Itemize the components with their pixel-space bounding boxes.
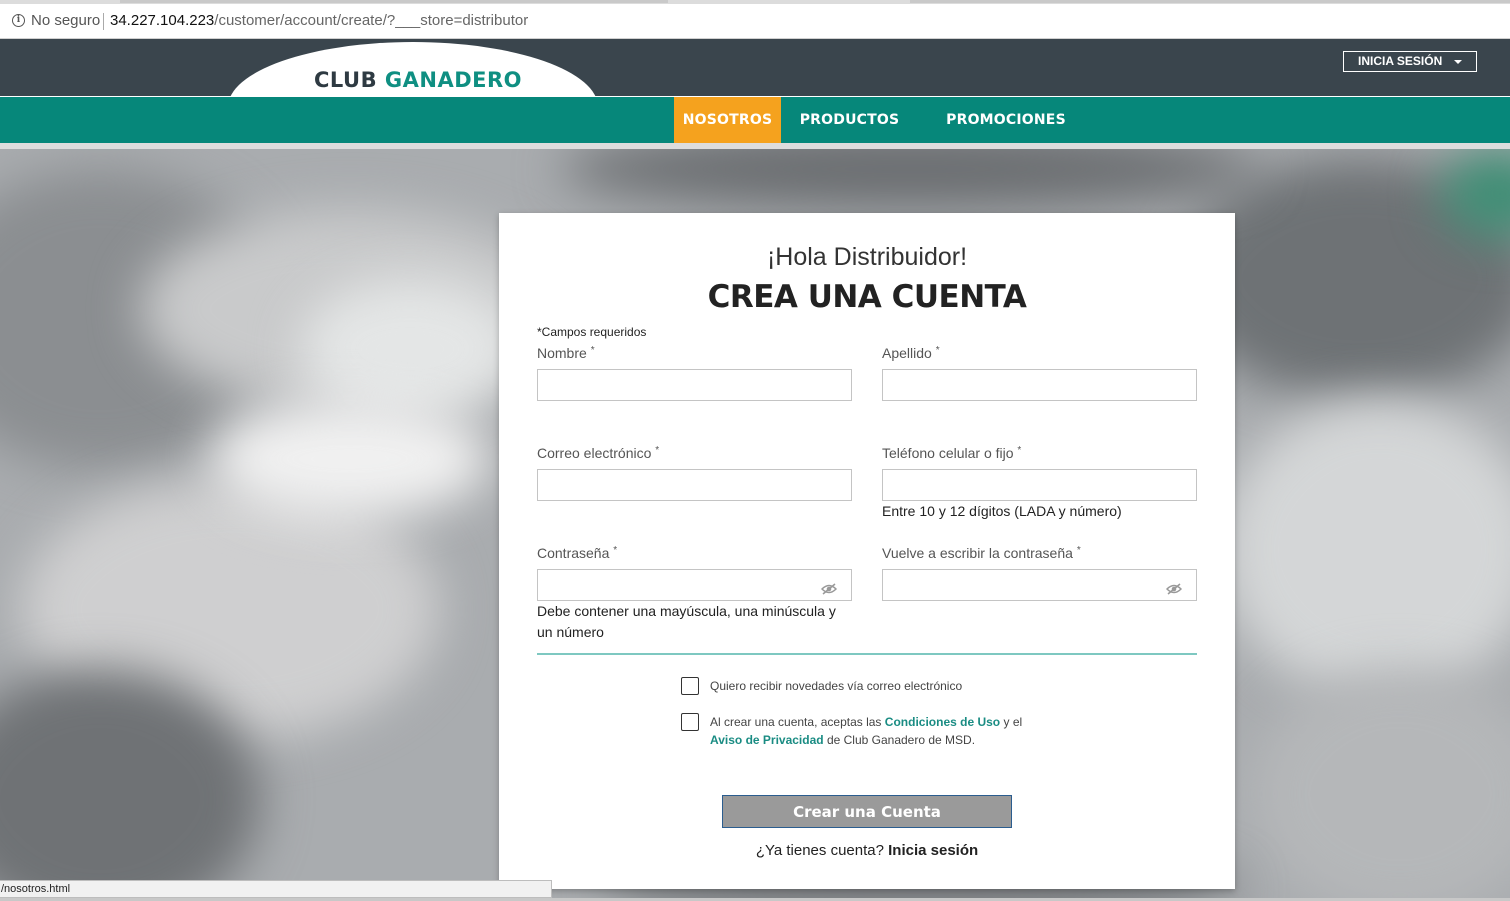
first-name-input[interactable] [537, 369, 852, 401]
password-input[interactable] [537, 569, 852, 601]
terms-prefix: Al crear una cuenta, aceptas las [710, 715, 882, 729]
nav-item-nosotros[interactable]: NOSOTROS [674, 97, 781, 143]
login-link[interactable]: Inicia sesión [888, 842, 978, 859]
address-divider [103, 13, 104, 30]
nav-item-promociones[interactable]: PROMOCIONES [936, 97, 1076, 143]
eye-off-icon[interactable] [821, 583, 837, 595]
terms-middle: y el [1003, 715, 1023, 729]
browser-tab[interactable] [120, 0, 668, 3]
password-confirm-label: Vuelve a escribir la contraseña * [882, 545, 1081, 561]
phone-input[interactable] [882, 469, 1197, 501]
phone-hint: Entre 10 y 12 dígitos (LADA y número) [882, 503, 1122, 519]
form-divider [537, 653, 1197, 655]
logo-ganadero-text: GANADERO [384, 68, 523, 92]
password-confirm-label-text: Vuelve a escribir la contraseña [882, 545, 1073, 561]
required-mark: * [590, 345, 595, 356]
have-account-prompt: ¿Ya tienes cuenta? [755, 842, 884, 859]
security-label[interactable]: No seguro [31, 12, 100, 29]
required-fields-note: *Campos requeridos [537, 325, 647, 339]
browser-status-bar: /nosotros.html [0, 880, 552, 898]
privacy-notice-link[interactable]: Aviso de Privacidad [710, 733, 824, 747]
page-title: CREA UNA CUENTA [707, 279, 1027, 315]
terms-suffix: de Club Ganadero de MSD. [826, 733, 976, 747]
email-input[interactable] [537, 469, 852, 501]
site-logo[interactable]: CLUB GANADERO [314, 68, 522, 92]
site-header: CLUB GANADERO INICIA SESIÓN [0, 39, 1510, 96]
login-dropdown-button[interactable]: INICIA SESIÓN [1343, 51, 1477, 72]
password-label: Contraseña * [537, 545, 617, 561]
phone-label-text: Teléfono celular o fijo [882, 445, 1014, 461]
url-host: 34.227.104.223 [110, 12, 215, 29]
newsletter-checkbox[interactable] [681, 677, 699, 695]
password-confirm-input[interactable] [882, 569, 1197, 601]
last-name-input[interactable] [882, 369, 1197, 401]
register-form-card: ¡Hola Distribuidor! CREA UNA CUENTA *Cam… [499, 213, 1235, 889]
phone-label: Teléfono celular o fijo * [882, 445, 1021, 461]
required-mark: * [1017, 445, 1022, 456]
chevron-down-icon [1454, 60, 1462, 64]
required-mark: * [613, 545, 618, 556]
browser-tab[interactable] [910, 0, 1510, 3]
terms-label: Al crear una cuenta, aceptas las Condici… [710, 713, 1050, 749]
newsletter-label: Quiero recibir novedades vía correo elec… [710, 679, 963, 693]
required-mark: * [1076, 545, 1081, 556]
last-name-label-text: Apellido [882, 345, 932, 361]
info-icon[interactable]: i [12, 14, 25, 27]
password-label-text: Contraseña [537, 545, 610, 561]
login-dropdown-label: INICIA SESIÓN [1358, 54, 1443, 68]
greeting-text: ¡Hola Distribuidor! [766, 243, 968, 271]
last-name-label: Apellido * [882, 345, 940, 361]
main-nav: NOSOTROS PRODUCTOS PROMOCIONES [0, 97, 1510, 143]
first-name-label-text: Nombre [537, 345, 587, 361]
eye-off-icon[interactable] [1166, 583, 1182, 595]
have-account-line: ¿Ya tienes cuenta? Inicia sesión [499, 842, 1235, 859]
required-mark: * [655, 445, 660, 456]
url-path: /customer/account/create/?___store=distr… [214, 12, 529, 29]
password-hint: Debe contener una mayúscula, una minúscu… [537, 603, 836, 640]
terms-checkbox[interactable] [681, 713, 699, 731]
address-bar[interactable]: i No seguro 34.227.104.223/customer/acco… [0, 4, 1510, 39]
required-mark: * [935, 345, 940, 356]
terms-of-use-link[interactable]: Condiciones de Uso [885, 715, 1000, 729]
create-account-button[interactable]: Crear una Cuenta [722, 795, 1012, 828]
email-label-text: Correo electrónico [537, 445, 652, 461]
email-label: Correo electrónico * [537, 445, 659, 461]
logo-club-text: CLUB [314, 68, 378, 92]
first-name-label: Nombre * [537, 345, 595, 361]
nav-item-productos[interactable]: PRODUCTOS [791, 97, 908, 143]
url-text[interactable]: 34.227.104.223/customer/account/create/?… [110, 12, 528, 29]
